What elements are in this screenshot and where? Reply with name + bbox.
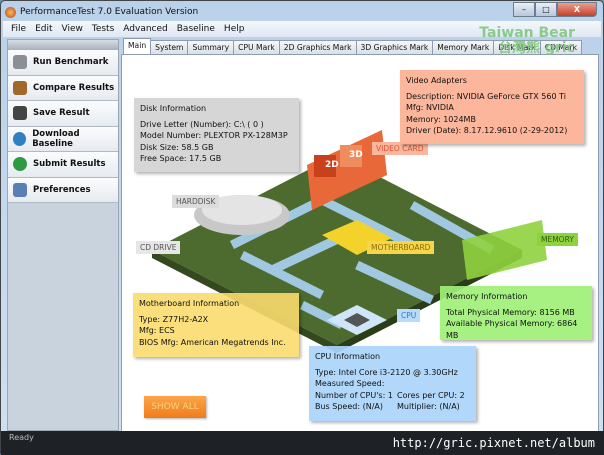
title-bar: PerformanceTest 7.0 Evaluation Version — [5, 4, 198, 20]
video-info-box: Video Adapters Description: NVIDIA GeFor… — [400, 70, 584, 144]
show-all-button[interactable]: SHOW ALL — [144, 396, 206, 418]
window-title: PerformanceTest 7.0 Evaluation Version — [20, 7, 199, 17]
menu-advanced[interactable]: Advanced — [123, 24, 167, 34]
sidebar-item-label: Download Baseline — [32, 128, 80, 149]
cpu-bus-speed: Bus Speed: (N/A) — [315, 402, 383, 411]
card-3d-label: 3D — [349, 150, 363, 160]
memory-total: Total Physical Memory: 8156 MB — [446, 307, 575, 317]
menu-baseline[interactable]: Baseline — [177, 24, 215, 34]
cpu-measured-speed: Measured Speed: — [315, 379, 385, 388]
disk-info-box: Disk Information Drive Letter (Number): … — [134, 98, 299, 172]
motherboard-label[interactable]: MOTHERBOARD — [367, 241, 435, 254]
sidebar-item-save-result[interactable]: Save Result — [8, 101, 118, 127]
sidebar-item-label: Run Benchmark — [33, 57, 109, 68]
video-description: Description: NVIDIA GeForce GTX 560 Ti — [406, 91, 566, 101]
card-2d-label: 2D — [325, 160, 339, 170]
sidebar-item-label: Submit Results — [33, 159, 106, 170]
close-button[interactable]: X — [557, 2, 597, 17]
disk-free-space: Free Space: 17.5 GB — [140, 154, 222, 163]
video-memory: Memory: 1024MB — [406, 114, 476, 124]
app-window: PerformanceTest 7.0 Evaluation Version –… — [0, 0, 604, 455]
cpu-info-box: CPU Information Type: Intel Core i3-2120… — [309, 346, 476, 421]
memory-label[interactable]: MEMORY — [537, 233, 578, 246]
motherboard-type: Type: Z77H2-A2X — [139, 314, 209, 324]
globe-download-icon — [13, 131, 27, 146]
sidebar-item-label: Save Result — [33, 108, 90, 119]
memory-info-box: Memory Information Total Physical Memory… — [440, 286, 592, 340]
disk-drive-letter: Drive Letter (Number): C:\ ( 0 ) — [140, 119, 264, 129]
disk-size: Disk Size: 58.5 GB — [140, 142, 214, 152]
watermark: Taiwan Bear 台灣熊 gric — [479, 26, 575, 56]
cpu-cores: Cores per CPU: 2 — [397, 390, 465, 400]
status-text: Ready — [9, 433, 34, 442]
cpu-info-title: CPU Information — [315, 352, 381, 361]
harddisk-label[interactable]: HARDDISK — [172, 195, 220, 208]
sidebar-item-label: Compare Results — [33, 82, 115, 93]
watermark-line2: 台灣熊 gric — [498, 40, 575, 56]
cpu-type: Type: Intel Core i3-2120 @ 3.30GHz — [315, 367, 458, 377]
app-icon — [5, 6, 16, 18]
menu-tests[interactable]: Tests — [92, 24, 114, 34]
menu-view[interactable]: View — [62, 24, 83, 34]
tab-cpu-mark[interactable]: CPU Mark — [233, 40, 280, 54]
sidebar: Run Benchmark Compare Results Save Resul… — [7, 39, 119, 431]
video-info-title: Video Adapters — [406, 76, 467, 85]
status-bar: Ready http://gric.pixnet.net/album — [1, 431, 604, 455]
video-driver: Driver (Date): 8.17.12.9610 (2-29-2012) — [406, 126, 568, 135]
cpu-label[interactable]: CPU — [397, 309, 421, 322]
menu-edit[interactable]: Edit — [35, 24, 52, 34]
sidebar-item-run-benchmark[interactable]: Run Benchmark — [8, 50, 118, 76]
video-mfg: Mfg: NVIDIA — [406, 103, 454, 112]
tab-summary[interactable]: Summary — [187, 40, 235, 54]
scale-icon — [13, 80, 27, 95]
disk-info-title: Disk Information — [140, 104, 207, 113]
sidebar-item-label: Preferences — [33, 184, 91, 195]
tab-main[interactable]: Main — [123, 38, 152, 54]
url-watermark: http://gric.pixnet.net/album — [392, 436, 595, 450]
sidebar-item-submit-results[interactable]: Submit Results — [8, 152, 118, 178]
save-icon — [13, 106, 27, 121]
tab-3d-graphics-mark[interactable]: 3D Graphics Mark — [355, 40, 434, 54]
cpu-count: Number of CPU's: 1 — [315, 390, 393, 400]
sidebar-item-preferences[interactable]: Preferences — [8, 177, 118, 203]
maximize-button[interactable]: □ — [535, 2, 557, 17]
motherboard-mfg: Mfg: ECS — [139, 326, 175, 335]
benchmark-icon — [13, 55, 27, 70]
main-panel: 2D 3D HARDDISK CD DRIVE VIDEO CARD MOTHE… — [121, 54, 599, 433]
minimize-button[interactable]: – — [513, 2, 535, 17]
menu-help[interactable]: Help — [224, 24, 245, 34]
watermark-line1: Taiwan Bear — [479, 25, 575, 41]
menu-file[interactable]: File — [11, 24, 26, 34]
disk-model: Model Number: PLEXTOR PX-128M3P — [140, 131, 288, 140]
memory-available: Available Physical Memory: 6864 MB — [446, 319, 578, 340]
memory-info-title: Memory Information — [446, 292, 528, 301]
motherboard-info-title: Motherboard Information — [139, 299, 240, 308]
bios-mfg: BIOS Mfg: American Megatrends Inc. — [139, 337, 286, 347]
tab-system[interactable]: System — [150, 40, 189, 54]
cddrive-label[interactable]: CD DRIVE — [136, 241, 181, 254]
sidebar-header — [8, 40, 118, 50]
motherboard-info-box: Motherboard Information Type: Z77H2-A2X … — [133, 293, 299, 357]
preferences-icon — [13, 182, 27, 197]
tab-2d-graphics-mark[interactable]: 2D Graphics Mark — [278, 40, 357, 54]
sidebar-item-download-baseline[interactable]: Download Baseline — [8, 126, 118, 152]
globe-upload-icon — [13, 157, 27, 172]
sidebar-item-compare-results[interactable]: Compare Results — [8, 75, 118, 101]
cpu-multiplier: Multiplier: (N/A) — [397, 402, 460, 411]
